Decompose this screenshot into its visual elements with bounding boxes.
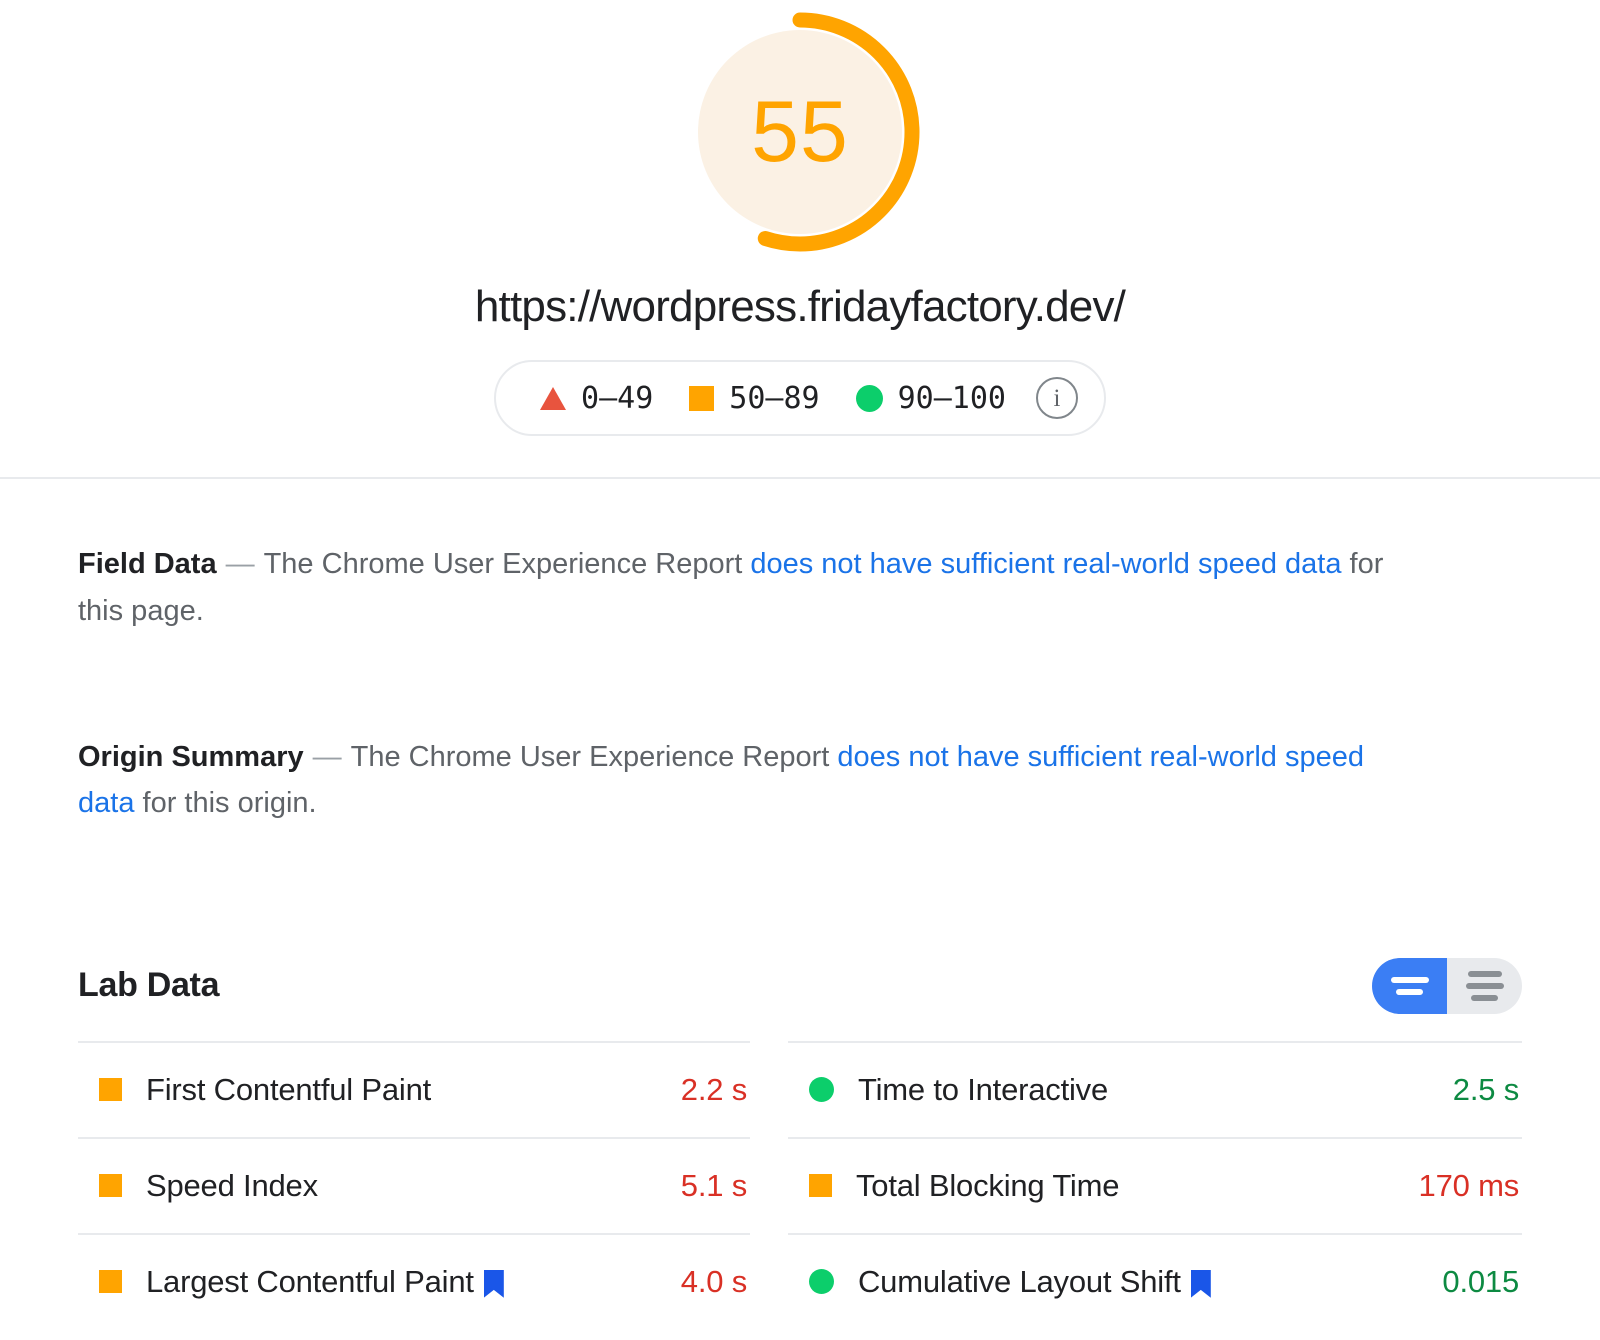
report-summary-header: 55 https://wordpress.fridayfactory.dev/ …: [0, 0, 1600, 480]
metric-label-text: Largest Contentful Paint: [146, 1263, 474, 1299]
origin-summary-dash: —: [312, 740, 342, 773]
field-data-dash: —: [225, 548, 255, 581]
lab-data-metrics: First Contentful Paint 2.2 s Speed Index 5.…: [78, 1040, 1522, 1329]
metric-label-text: Speed Index: [146, 1167, 318, 1203]
lab-data-title: Lab Data: [78, 966, 220, 1005]
field-data-title: Field Data: [78, 548, 217, 581]
pagespeed-report: 55 https://wordpress.fridayfactory.dev/ …: [0, 0, 1600, 1340]
square-icon: [689, 385, 715, 411]
metric-label: Total Blocking Time: [856, 1168, 1119, 1204]
circle-icon: [809, 1269, 834, 1295]
origin-summary-text-before: The Chrome User Experience Report: [350, 740, 838, 773]
bookmark-icon: [1190, 1269, 1211, 1298]
origin-summary-text-after: for this origin.: [134, 787, 317, 820]
metric-value: 0.015: [1442, 1263, 1519, 1299]
square-icon: [809, 1174, 832, 1198]
compact-view-icon[interactable]: [1372, 957, 1447, 1014]
legend-item-good: 90–100: [838, 381, 1024, 416]
view-toggle-group[interactable]: [1372, 957, 1522, 1014]
field-data-paragraph: Field Data — The Chrome User Experience Re…: [78, 541, 1408, 634]
legend-label-poor: 0–49: [581, 380, 654, 416]
metrics-column-right: Time to Interactive 2.5 s Total Blocking T…: [788, 1040, 1522, 1329]
field-data-text-before: The Chrome User Experience Report: [263, 548, 751, 581]
metric-label-text: First Contentful Paint: [146, 1071, 432, 1107]
metric-label-text: Time to Interactive: [858, 1071, 1109, 1107]
square-icon: [99, 1270, 122, 1294]
legend-label-good: 90–100: [897, 380, 1006, 416]
metric-row[interactable]: First Contentful Paint 2.2 s: [78, 1040, 750, 1137]
metric-value: 2.2 s: [680, 1071, 747, 1107]
lab-data-header: Lab Data: [78, 957, 1522, 1015]
expanded-view-icon[interactable]: [1447, 957, 1522, 1014]
triangle-icon: [540, 386, 567, 410]
metric-row[interactable]: Largest Contentful Paint 4.0 s: [78, 1232, 750, 1329]
metric-label: Cumulative Layout Shift: [858, 1264, 1211, 1300]
circle-icon: [855, 384, 883, 412]
metric-value: 5.1 s: [680, 1167, 747, 1203]
metric-value: 170 ms: [1418, 1167, 1520, 1203]
score-legend[interactable]: 0–49 50–89 90–100 i: [494, 360, 1106, 437]
page-url: https://wordpress.fridayfactory.dev/: [474, 282, 1126, 331]
legend-item-average: 50–89: [671, 381, 837, 416]
square-icon: [99, 1078, 122, 1102]
metric-label: Largest Contentful Paint: [146, 1264, 504, 1300]
info-icon[interactable]: i: [1035, 377, 1078, 420]
circle-icon: [809, 1077, 834, 1103]
metric-value: 4.0 s: [680, 1263, 747, 1299]
origin-summary-paragraph: Origin Summary — The Chrome User Experienc…: [78, 734, 1408, 827]
metric-row[interactable]: Time to Interactive 2.5 s: [788, 1040, 1522, 1137]
metric-label: Time to Interactive: [858, 1072, 1108, 1108]
metric-label: First Contentful Paint: [146, 1072, 431, 1108]
square-icon: [99, 1174, 122, 1198]
legend-label-average: 50–89: [729, 380, 820, 416]
metrics-column-left: First Contentful Paint 2.2 s Speed Index 5.…: [78, 1040, 750, 1329]
info-icon-glyph: i: [1053, 384, 1061, 412]
bookmark-icon: [483, 1269, 504, 1298]
metric-label-text: Total Blocking Time: [856, 1167, 1120, 1203]
metric-row[interactable]: Cumulative Layout Shift 0.015: [788, 1232, 1522, 1329]
metric-label-text: Cumulative Layout Shift: [858, 1263, 1181, 1299]
performance-score-gauge: 55: [674, 6, 926, 258]
header-divider: [0, 477, 1600, 480]
origin-summary-title: Origin Summary: [78, 740, 304, 773]
field-data-link[interactable]: does not have sufficient real-world spee…: [750, 548, 1341, 580]
metric-label: Speed Index: [146, 1168, 318, 1204]
score-value: 55: [751, 84, 849, 180]
metric-value: 2.5 s: [1452, 1071, 1519, 1107]
metric-row[interactable]: Total Blocking Time 170 ms: [788, 1136, 1522, 1233]
metric-row[interactable]: Speed Index 5.1 s: [78, 1136, 750, 1233]
report-body: Field Data — The Chrome User Experience Re…: [0, 541, 1600, 1329]
legend-item-poor: 0–49: [522, 381, 671, 416]
